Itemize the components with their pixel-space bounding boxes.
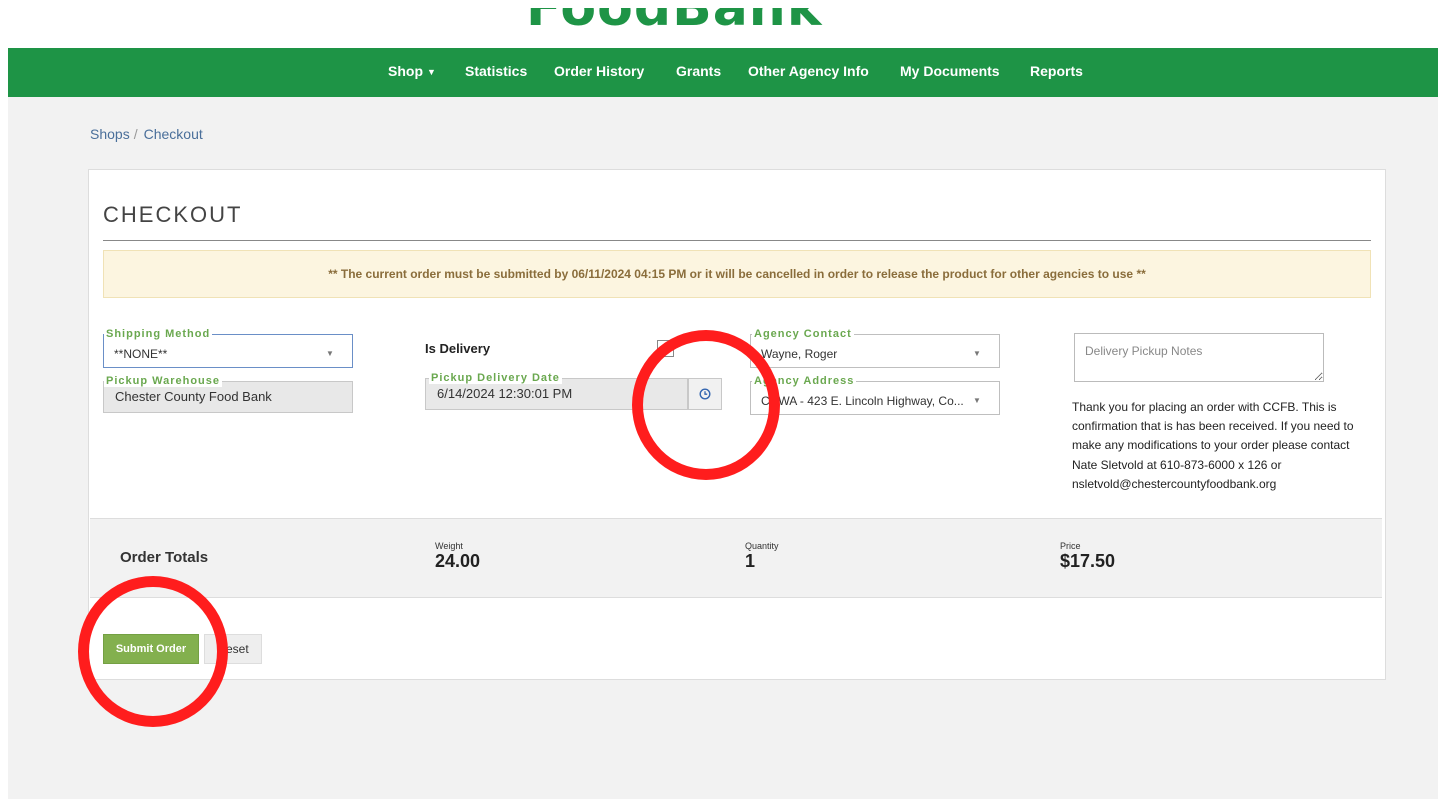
nav-shop[interactable]: Shop ▼ xyxy=(388,48,436,97)
chevron-down-icon: ▼ xyxy=(973,349,981,358)
title-divider xyxy=(103,240,1371,241)
nav-other-agency-info[interactable]: Other Agency Info xyxy=(748,48,869,97)
nav-grants[interactable]: Grants xyxy=(676,48,721,97)
weight-label: Weight xyxy=(435,541,463,551)
order-confirmation-message: Thank you for placing an order with CCFB… xyxy=(1072,400,1354,491)
breadcrumb: Shops / Checkout xyxy=(90,126,203,142)
nav-statistics[interactable]: Statistics xyxy=(465,48,527,97)
price-value: $17.50 xyxy=(1060,551,1116,571)
shipping-method-label: Shipping Method xyxy=(104,328,213,340)
order-totals-bar: Order Totals Weight 24.00 Quantity 1 Pri… xyxy=(90,518,1382,598)
price-label: Price xyxy=(1060,541,1081,551)
reset-button[interactable]: Reset xyxy=(204,634,262,664)
quantity-value: 1 xyxy=(745,551,756,571)
site-logo[interactable]: FoodBank xyxy=(526,8,822,38)
nav-shop-label: Shop xyxy=(388,63,423,79)
breadcrumb-separator: / xyxy=(133,126,138,142)
agency-address-label: Agency Address xyxy=(752,375,857,387)
chevron-down-icon: ▼ xyxy=(326,349,334,358)
is-delivery-checkbox[interactable] xyxy=(657,340,674,357)
checkout-card: CHECKOUT ** The current order must be su… xyxy=(88,169,1386,680)
nav-order-history[interactable]: Order History xyxy=(554,48,644,97)
nav-reports[interactable]: Reports xyxy=(1030,48,1083,97)
quantity-label: Quantity xyxy=(745,541,779,551)
agency-contact-label: Agency Contact xyxy=(752,328,854,340)
breadcrumb-current: Checkout xyxy=(143,126,203,142)
nav-my-documents[interactable]: My Documents xyxy=(900,48,1000,97)
caret-down-icon: ▼ xyxy=(427,67,436,78)
chevron-down-icon: ▼ xyxy=(973,396,981,405)
submission-deadline-alert: ** The current order must be submitted b… xyxy=(103,250,1371,298)
site-header: FoodBank xyxy=(8,8,1438,48)
weight-value: 24.00 xyxy=(435,551,481,571)
pickup-warehouse-label: Pickup Warehouse xyxy=(104,375,223,387)
submit-order-button[interactable]: Submit Order xyxy=(103,634,199,664)
delivery-pickup-notes-input[interactable] xyxy=(1074,333,1324,382)
main-navbar: Shop ▼ Statistics Order History Grants Ot… xyxy=(8,48,1438,97)
is-delivery-label: Is Delivery xyxy=(425,341,491,356)
clock-icon xyxy=(699,388,711,400)
pickup-delivery-date-label: Pickup Delivery Date xyxy=(429,372,562,384)
order-totals-title: Order Totals xyxy=(120,549,209,566)
date-picker-button[interactable] xyxy=(688,378,722,410)
page-title: CHECKOUT xyxy=(103,202,243,227)
breadcrumb-shops-link[interactable]: Shops xyxy=(90,126,130,142)
